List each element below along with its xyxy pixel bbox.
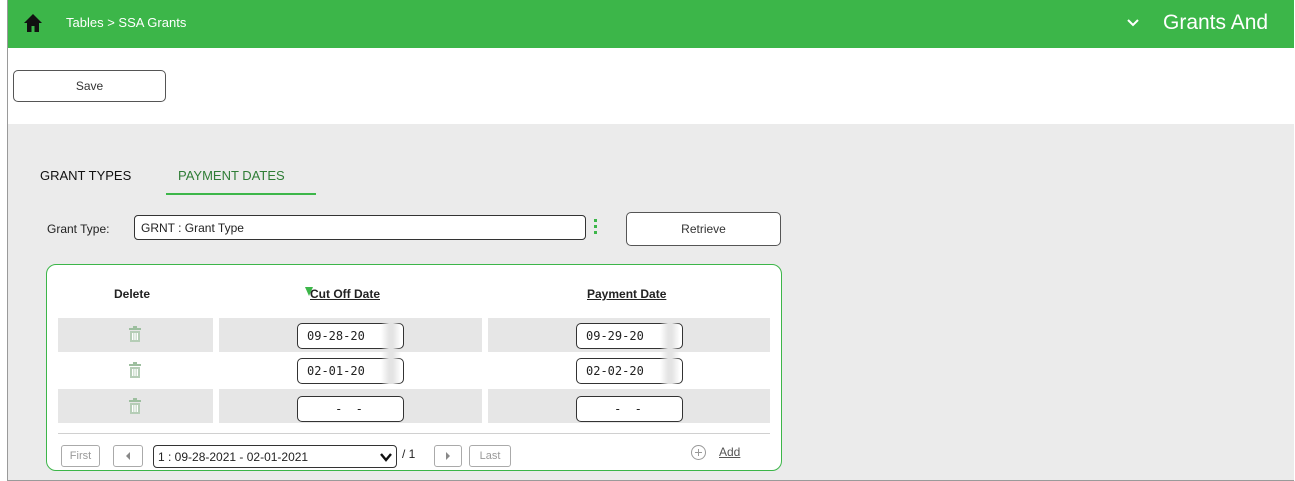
chevron-down-icon[interactable]: [1125, 14, 1141, 30]
chevron-down-icon: [380, 452, 392, 462]
app-title-wrapper: Grants And: [1150, 0, 1285, 48]
last-page-button[interactable]: Last: [469, 445, 511, 467]
tab-payment-dates[interactable]: PAYMENT DATES: [178, 168, 285, 183]
grant-type-input[interactable]: [134, 215, 586, 240]
redaction-blur: [660, 322, 680, 384]
trash-icon[interactable]: [129, 326, 141, 342]
home-icon[interactable]: [23, 13, 43, 33]
breadcrumb: Tables > SSA Grants: [66, 15, 187, 30]
save-button[interactable]: Save: [13, 70, 166, 102]
add-row-link[interactable]: Add: [719, 445, 740, 459]
top-bar: [8, 0, 1294, 48]
trash-icon[interactable]: [129, 398, 141, 414]
pager-divider: [58, 433, 770, 434]
page-total: / 1: [402, 447, 416, 461]
page-select[interactable]: 1 : 09-28-2021 - 02-01-2021: [153, 445, 397, 468]
retrieve-button[interactable]: Retrieve: [626, 212, 781, 246]
cut-off-date-field[interactable]: - -: [297, 396, 404, 422]
more-vertical-icon[interactable]: [593, 218, 599, 236]
first-page-button[interactable]: First: [61, 445, 100, 467]
grant-type-label: Grant Type:: [47, 222, 110, 236]
payment-date-field[interactable]: - -: [576, 396, 683, 422]
trash-icon[interactable]: [129, 362, 141, 378]
caret-left-icon: [126, 452, 130, 460]
previous-page-button[interactable]: [113, 445, 143, 467]
column-header-cut-off-date[interactable]: Cut Off Date: [310, 287, 380, 301]
column-header-delete: Delete: [114, 287, 151, 301]
app-title: Grants And: [1163, 11, 1269, 34]
column-header-payment-date[interactable]: Payment Date: [587, 287, 666, 301]
page-select-value: 1 : 09-28-2021 - 02-01-2021: [158, 449, 309, 464]
active-tab-indicator: [166, 193, 316, 195]
tab-grant-types[interactable]: GRANT TYPES: [40, 168, 131, 183]
next-page-button[interactable]: [434, 445, 462, 467]
plus-circle-icon[interactable]: [690, 444, 707, 461]
redaction-blur: [381, 322, 401, 384]
toolbar: [8, 48, 1294, 124]
caret-right-icon: [446, 452, 450, 460]
